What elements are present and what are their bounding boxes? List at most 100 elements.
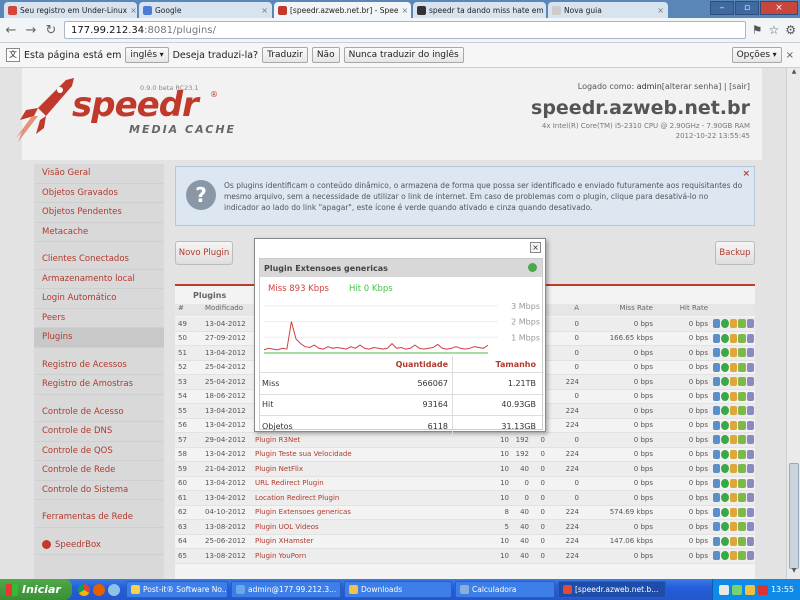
- taskbar-button[interactable]: Post-it® Software No...: [126, 581, 228, 598]
- edit-icon[interactable]: [729, 536, 738, 546]
- table-header-cell[interactable]: Modificado: [205, 304, 255, 316]
- tab-close-icon[interactable]: ×: [130, 6, 137, 15]
- table-header-cell[interactable]: #: [175, 304, 205, 316]
- stats-chart-icon[interactable]: [713, 536, 721, 546]
- enabled-toggle-icon[interactable]: [721, 478, 729, 488]
- sidebar-item[interactable]: Metacache: [34, 223, 164, 242]
- browser-tab[interactable]: [speedr.azweb.net.br] - Spee ×: [274, 2, 411, 18]
- config-icon[interactable]: [738, 391, 746, 401]
- config-icon[interactable]: [738, 420, 746, 430]
- sidebar-item[interactable]: Controle de Rede: [34, 461, 164, 481]
- stats-chart-icon[interactable]: [713, 522, 721, 532]
- back-icon[interactable]: ←: [4, 23, 18, 38]
- table-header-cell[interactable]: A: [545, 304, 579, 316]
- edit-icon[interactable]: [729, 333, 738, 343]
- enabled-toggle-icon[interactable]: [721, 493, 729, 503]
- stats-chart-icon[interactable]: [713, 377, 721, 387]
- maximize-button[interactable]: ▫: [735, 1, 759, 15]
- edit-icon[interactable]: [729, 377, 738, 387]
- new-plugin-button[interactable]: Novo Plugin: [175, 241, 233, 265]
- config-icon[interactable]: [738, 435, 746, 445]
- stats-chart-icon[interactable]: [713, 406, 721, 416]
- enabled-toggle-icon[interactable]: [721, 362, 729, 372]
- taskbar-button[interactable]: Downloads: [344, 581, 452, 598]
- config-icon[interactable]: [738, 507, 746, 517]
- browser-tab[interactable]: Nova guia ×: [548, 2, 668, 18]
- sidebar-item[interactable]: Login Automático: [34, 289, 164, 309]
- url-input[interactable]: 177.99.212.34:8081/plugins/: [64, 21, 746, 39]
- sidebar-item[interactable]: Plugins: [34, 328, 164, 348]
- plugin-name-link[interactable]: Plugin XHamster: [255, 537, 493, 545]
- sidebar-item[interactable]: Registro de Acessos: [34, 356, 164, 375]
- config-icon[interactable]: [738, 333, 746, 343]
- plugin-name-link[interactable]: Plugin UOL Videos: [255, 523, 493, 531]
- delete-icon[interactable]: [746, 406, 754, 416]
- scroll-thumb[interactable]: [789, 463, 799, 569]
- language-select[interactable]: inglês: [125, 47, 169, 63]
- tab-close-icon[interactable]: ×: [657, 6, 664, 15]
- edit-icon[interactable]: [729, 464, 738, 474]
- config-icon[interactable]: [738, 449, 746, 459]
- sidebar-item[interactable]: Visão Geral: [34, 164, 164, 184]
- star-icon[interactable]: ☆: [768, 23, 779, 37]
- delete-icon[interactable]: [746, 507, 754, 517]
- stats-chart-icon[interactable]: [713, 420, 721, 430]
- config-icon[interactable]: [738, 493, 746, 503]
- chrome-icon[interactable]: [78, 583, 90, 596]
- minimize-button[interactable]: –: [710, 1, 734, 15]
- firefox-icon[interactable]: [93, 583, 105, 596]
- tray-status-icon[interactable]: [731, 584, 742, 595]
- table-header-cell[interactable]: Miss Rate: [601, 304, 653, 316]
- delete-icon[interactable]: [746, 449, 754, 459]
- stats-chart-icon[interactable]: [713, 493, 721, 503]
- bookmark-flag-icon[interactable]: ⚑: [752, 23, 763, 37]
- enabled-toggle-icon[interactable]: [721, 449, 729, 459]
- delete-icon[interactable]: [746, 522, 754, 532]
- browser-tab[interactable]: Seu registro em Under-Linux ×: [4, 2, 137, 18]
- sidebar-item[interactable]: Peers: [34, 309, 164, 328]
- refresh-icon[interactable]: [528, 263, 537, 272]
- enabled-toggle-icon[interactable]: [721, 319, 729, 329]
- no-button[interactable]: Não: [311, 47, 340, 63]
- close-icon[interactable]: ×: [742, 169, 750, 179]
- enabled-toggle-icon[interactable]: [721, 536, 729, 546]
- stats-chart-icon[interactable]: [713, 391, 721, 401]
- delete-icon[interactable]: [746, 319, 754, 329]
- plugin-name-link[interactable]: Plugin Teste sua Velocidade: [255, 450, 493, 458]
- edit-icon[interactable]: [729, 348, 738, 358]
- enabled-toggle-icon[interactable]: [721, 420, 729, 430]
- plugin-name-link[interactable]: Plugin R3Net: [255, 436, 493, 444]
- plugin-name-link[interactable]: Plugin NetFlix: [255, 465, 493, 473]
- stats-chart-icon[interactable]: [713, 362, 721, 372]
- delete-icon[interactable]: [746, 536, 754, 546]
- delete-icon[interactable]: [746, 551, 754, 561]
- config-icon[interactable]: [738, 362, 746, 372]
- delete-icon[interactable]: [746, 362, 754, 372]
- logout-link[interactable]: [sair]: [729, 82, 750, 91]
- scroll-up-icon[interactable]: ▲: [787, 68, 800, 80]
- enabled-toggle-icon[interactable]: [721, 507, 729, 517]
- enabled-toggle-icon[interactable]: [721, 348, 729, 358]
- plugin-name-link[interactable]: Location Redirect Plugin: [255, 494, 493, 502]
- wrench-icon[interactable]: ⚙: [785, 23, 796, 37]
- popup-close-button[interactable]: ×: [530, 242, 541, 253]
- sidebar-item[interactable]: Controle de QOS: [34, 442, 164, 461]
- stats-chart-icon[interactable]: [713, 478, 721, 488]
- enabled-toggle-icon[interactable]: [721, 333, 729, 343]
- edit-icon[interactable]: [729, 435, 738, 445]
- media-icon[interactable]: [108, 583, 120, 596]
- delete-icon[interactable]: [746, 493, 754, 503]
- stats-chart-icon[interactable]: [713, 507, 721, 517]
- edit-icon[interactable]: [729, 362, 738, 372]
- sidebar-item[interactable]: Registro de Amostras: [34, 375, 164, 395]
- tab-close-icon[interactable]: ×: [401, 6, 408, 15]
- delete-icon[interactable]: [746, 377, 754, 387]
- change-password-link[interactable]: [alterar senha]: [662, 82, 722, 91]
- table-header-cell[interactable]: [579, 304, 601, 316]
- edit-icon[interactable]: [729, 319, 738, 329]
- stats-chart-icon[interactable]: [713, 551, 721, 561]
- delete-icon[interactable]: [746, 391, 754, 401]
- taskbar-button[interactable]: [speedr.azweb.net.b...: [558, 581, 666, 598]
- config-icon[interactable]: [738, 406, 746, 416]
- config-icon[interactable]: [738, 478, 746, 488]
